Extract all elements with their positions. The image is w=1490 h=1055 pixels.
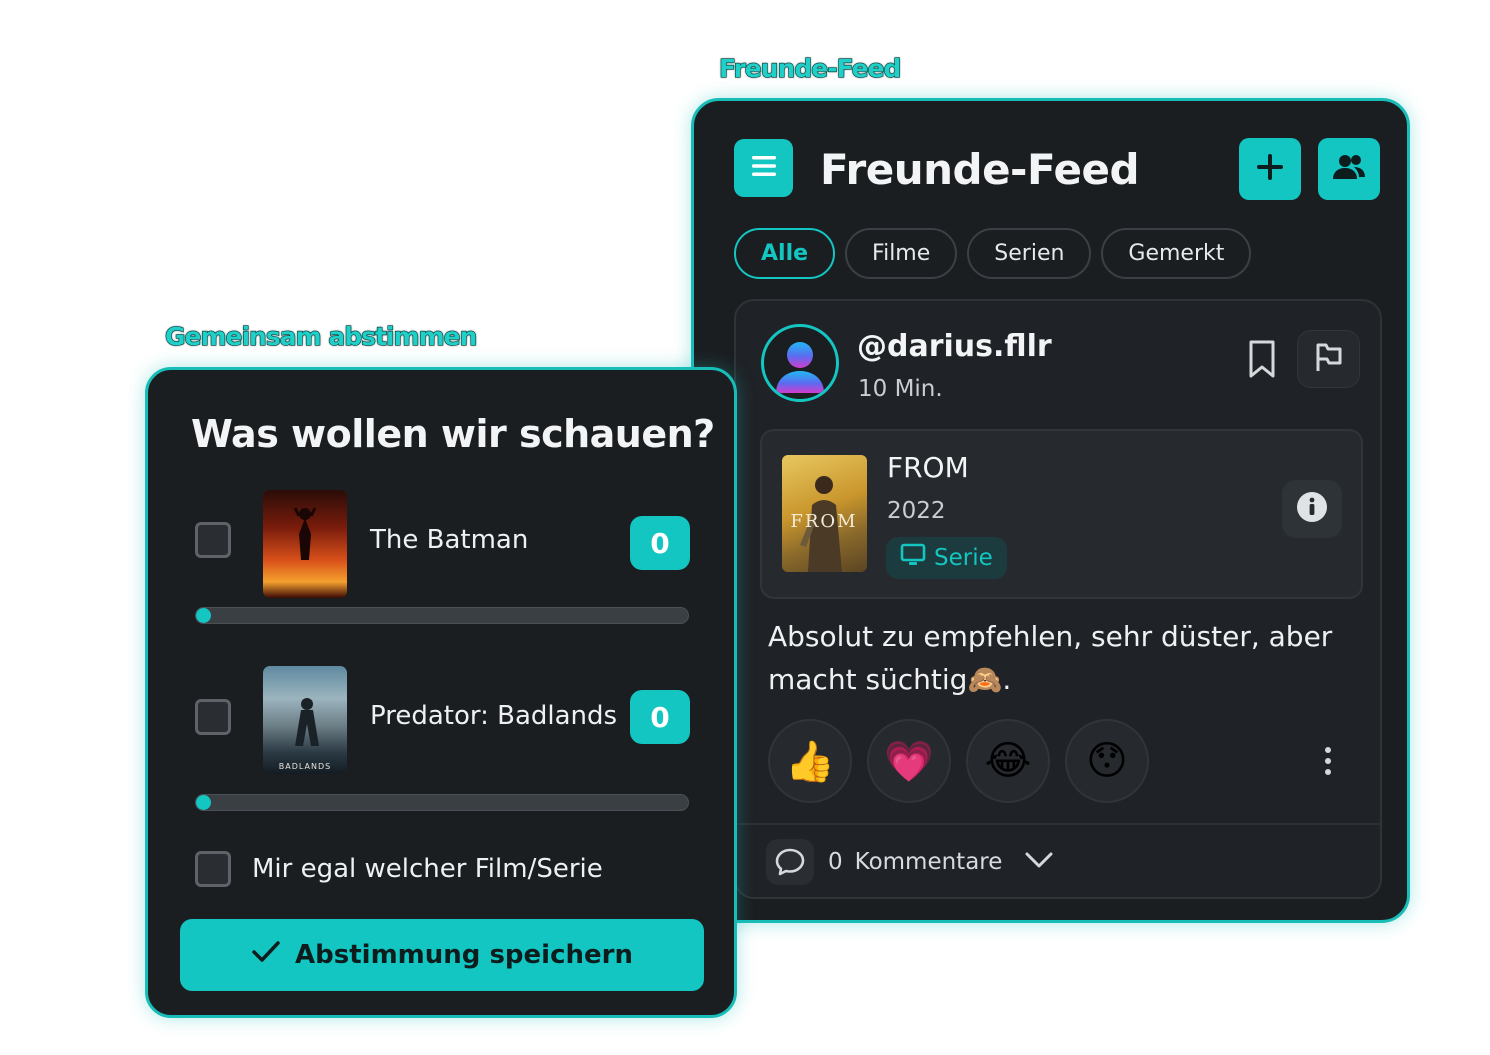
friends-button[interactable] [1318,138,1380,200]
tab-filme[interactable]: Filme [845,228,958,279]
vote-title: Was wollen wir schauen? [191,412,715,456]
media-type-label: Serie [934,545,993,571]
option-label-batman: The Batman [370,525,529,555]
save-vote-label: Abstimmung speichern [295,940,633,970]
vote-count-predator: 0 [630,690,690,744]
comment-label: Kommentare [854,849,1003,875]
chevron-down-icon [1024,850,1054,875]
poster-the-batman [263,490,347,598]
plus-icon [1255,152,1285,187]
media-card[interactable]: FROM FROM 2022 Serie [760,429,1363,599]
media-title: FROM [887,451,969,484]
vote-progress-predator [195,794,689,811]
more-options-icon[interactable] [1313,741,1343,781]
media-poster-text: FROM [790,511,857,532]
no-preference-checkbox[interactable] [195,851,231,887]
post-card: @darius.fllr 10 Min. FROM FROM 2022 Seri… [734,299,1382,899]
poster-predator-text: BADLANDS [279,762,331,771]
save-vote-button[interactable]: Abstimmung speichern [180,919,704,991]
vote-caption: Gemeinsam abstimmen [164,321,478,351]
reaction-laughing[interactable]: 😂 [966,719,1050,803]
tab-serien[interactable]: Serien [967,228,1092,279]
post-text: Absolut zu empfehlen, sehr düster, aber … [768,620,1333,696]
option-checkbox-batman[interactable] [195,522,231,558]
bookmark-icon [1247,339,1277,384]
info-icon [1296,491,1328,528]
tab-gemerkt[interactable]: Gemerkt [1101,228,1252,279]
users-icon [1332,153,1366,186]
vote-panel: Was wollen wir schauen? The Batman 0 BAD… [145,367,737,1018]
post-time: 10 Min. [858,376,943,402]
bookmark-button[interactable] [1241,337,1283,385]
post-username[interactable]: @darius.fllr [857,329,1052,364]
comment-icon [766,839,814,885]
friends-feed-panel: Freunde-Feed Alle Filme Serien Gemerkt @… [691,98,1410,923]
comment-count: 0 [828,849,843,875]
avatar[interactable] [761,324,839,402]
feed-title: Freunde-Feed [820,145,1140,194]
poster-predator-badlands: BADLANDS [263,666,347,774]
media-poster: FROM [782,455,867,572]
check-icon [251,939,281,972]
vote-count-batman: 0 [630,516,690,570]
flag-icon [1314,341,1344,378]
reaction-bar: 👍 💗 😂 😯 [768,719,1149,803]
tv-icon [900,543,926,573]
media-type-badge: Serie [886,537,1007,579]
vote-progress-fill-batman [196,608,211,623]
no-preference-label: Mir egal welcher Film/Serie [252,854,603,884]
vote-progress-batman [195,607,689,624]
reaction-thumbs-up[interactable]: 👍 [768,719,852,803]
tab-alle[interactable]: Alle [734,228,836,279]
media-year: 2022 [887,498,946,524]
feed-caption: Freunde-Feed [718,53,902,83]
reaction-heart[interactable]: 💗 [867,719,951,803]
reaction-surprised[interactable]: 😯 [1065,719,1149,803]
option-label-predator: Predator: Badlands [370,701,618,731]
report-button[interactable] [1297,330,1360,388]
menu-button[interactable] [734,139,793,197]
filter-tabs: Alle Filme Serien Gemerkt [734,228,1252,279]
info-button[interactable] [1282,480,1342,538]
comments-toggle[interactable]: 0 Kommentare [766,839,1054,885]
menu-icon [750,154,778,183]
vote-progress-fill-predator [196,795,211,810]
option-checkbox-predator[interactable] [195,699,231,735]
divider [736,823,1380,825]
add-button[interactable] [1239,138,1301,200]
